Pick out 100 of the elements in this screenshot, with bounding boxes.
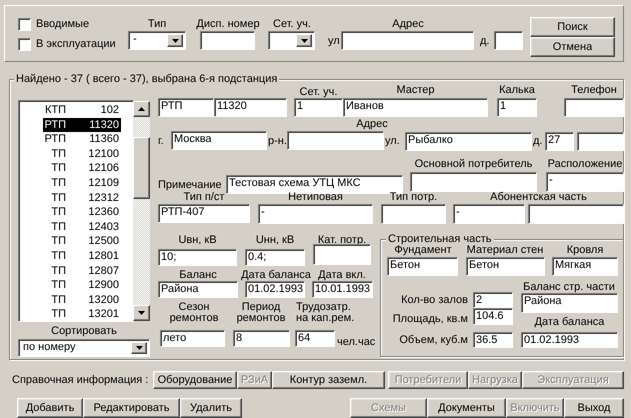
checkbox-label[interactable]: Вводимые [36,18,90,30]
field-label: Телефон [570,84,618,96]
exit-button[interactable]: Выход [564,398,624,418]
scrollbar[interactable] [133,101,150,321]
section-label: Справочная информация : [12,374,148,386]
text-field[interactable]: Рыбалко [405,132,532,151]
text-field[interactable]: Бетон [466,257,545,276]
field-label: Нетиповая [287,191,344,203]
text-field[interactable]: 01.02.1993 [521,332,618,348]
list-item[interactable]: РТП 11360 [43,132,121,147]
field-label: Дата баланса [240,269,312,281]
documents-button[interactable]: Документы [427,398,506,418]
text-field[interactable]: - [258,204,373,224]
field-label: д. [533,135,542,147]
text-field[interactable]: - [453,204,525,224]
group-title: Строительная часть [386,233,494,245]
text-field[interactable]: 36.5 [473,332,513,348]
text-field[interactable]: Района [158,281,238,298]
dropdown-button[interactable] [167,34,183,47]
text-field[interactable]: Района [521,293,618,313]
field-label: ул. [385,135,400,147]
list-item[interactable]: КТП 102 [43,103,121,118]
list-item[interactable]: ТП 12403 [43,220,121,234]
field-label: Кол-во залов [400,294,468,306]
checkbox[interactable] [18,38,31,51]
text-field[interactable]: 1 [294,98,343,117]
field-label: Тип [146,18,168,30]
equipment-button[interactable]: Оборудование [153,371,237,389]
text-field[interactable]: - [546,172,624,192]
scroll-thumb[interactable] [133,137,150,199]
field-label: Сет. уч. [272,18,312,30]
text-field[interactable]: 2 [473,292,513,308]
text-field[interactable]: 104.6 [473,308,513,325]
text-field[interactable] [341,31,474,50]
dropdown-field[interactable]: по номеру [18,339,150,357]
scroll-up-button[interactable] [133,101,150,117]
text-field[interactable]: 0.4; [245,249,305,266]
list-item[interactable]: ТП 12109 [43,176,121,191]
search-button[interactable]: Поиск [530,17,615,37]
cancel-button[interactable]: Отмена [530,37,615,57]
field-label: Мастер [395,84,436,96]
grounding-button[interactable]: Контур заземл. [272,371,385,389]
list-item[interactable]: ТП 12801 [43,248,121,264]
list-item[interactable]: ТП 12807 [43,264,121,278]
list-item[interactable]: ТП 12312 [43,190,121,206]
text-field[interactable] [494,31,523,50]
delete-button[interactable]: Удалить [180,398,242,418]
field-label: Uвн, кВ [177,234,218,246]
text-field[interactable]: Бетон [387,257,458,276]
text-field[interactable] [564,98,624,117]
field-label: Фундамент [394,244,452,256]
add-button[interactable]: Добавить [17,398,83,418]
field-label: Дата баланса [534,316,606,328]
list-item[interactable]: ТП 12106 [43,161,121,176]
text-field[interactable]: Мягкая [552,257,618,276]
dropdown-field[interactable]: - [128,31,186,50]
up-arrow-icon [138,107,145,111]
text-field[interactable]: 01.02.1993 [245,281,305,298]
text-field[interactable]: Москва [171,131,267,150]
scroll-down-button[interactable] [133,305,150,321]
checkbox-label[interactable]: В эксплуатации [36,38,116,50]
text-field[interactable] [410,172,537,192]
caret-icon [136,346,142,350]
text-field[interactable]: 27 [545,132,574,151]
field-label: Расположение [546,158,624,170]
field-label: Адрес [391,18,425,30]
field-label: Основной потребитель [414,158,534,170]
caret-icon [172,38,178,42]
list-item[interactable]: ТП 12360 [43,205,121,220]
text-field[interactable] [287,131,384,150]
list-item[interactable]: ТП 13201 [43,307,121,321]
checkbox[interactable] [18,18,31,31]
text-field[interactable]: РТП [158,98,214,117]
field-label: Кат. потр. [316,234,368,246]
list-item[interactable]: ТП 12900 [43,278,121,293]
text-field[interactable]: 11320 [214,98,287,117]
edit-button[interactable]: Редактировать [83,398,180,418]
list-item[interactable]: ТП 12100 [43,146,121,162]
text-field[interactable]: РТП-407 [158,204,250,223]
text-field[interactable] [381,204,446,224]
field-label: г. [158,135,164,147]
field-label: д. [480,35,490,47]
text-field[interactable]: лето [160,330,225,347]
text-field[interactable] [577,132,624,151]
text-field[interactable]: 1 [497,98,537,117]
dropdown-button[interactable] [296,34,312,47]
dropdown-field[interactable] [268,31,315,50]
list-item[interactable]: ТП 13200 [43,292,121,308]
dropdown-button[interactable] [131,342,147,354]
field-label: Абонентская часть [489,191,588,203]
list-item[interactable]: РТП 11320 [43,118,121,132]
text-field[interactable] [528,204,624,224]
text-field[interactable]: Иванов [343,98,488,117]
text-field[interactable]: 8 [233,330,290,347]
text-field[interactable]: 64 [295,330,335,347]
text-field[interactable] [200,31,255,50]
text-field[interactable]: 10; [158,249,237,266]
text-field[interactable]: 10.01.1993 [312,281,373,298]
text-field[interactable] [313,244,371,265]
list-item[interactable]: ТП 12500 [43,234,121,249]
